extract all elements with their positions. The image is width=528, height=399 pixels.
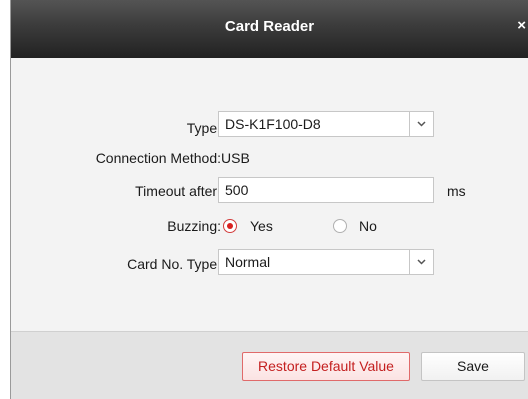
chevron-down-icon[interactable] [409, 112, 433, 136]
buzzing-yes-label[interactable]: Yes [250, 218, 273, 234]
buzzing-yes-radio[interactable] [223, 219, 237, 233]
chevron-down-icon[interactable] [409, 250, 433, 274]
dialog-title: Card Reader [224, 18, 315, 35]
card-no-type-label: Card No. Type: [127, 256, 221, 272]
card-reader-dialog: Card Reader × Type: DS-K1F100-D8 Connect… [10, 0, 528, 399]
type-select-value: DS-K1F100-D8 [225, 116, 321, 132]
buzzing-no-radio[interactable] [333, 219, 347, 233]
save-button[interactable]: Save [421, 352, 525, 381]
timeout-label: Timeout after: [135, 183, 221, 199]
card-no-type-select-value: Normal [225, 254, 271, 270]
dialog-titlebar: Card Reader × [11, 0, 528, 58]
timeout-unit: ms [447, 183, 466, 199]
type-select[interactable]: DS-K1F100-D8 [218, 111, 434, 137]
card-no-type-select[interactable]: Normal [218, 249, 434, 275]
buzzing-label: Buzzing: [167, 218, 221, 234]
connection-method-value: USB [221, 150, 250, 166]
restore-default-button[interactable]: Restore Default Value [242, 352, 410, 381]
close-icon[interactable]: × [517, 17, 526, 34]
buzzing-no-label[interactable]: No [359, 218, 377, 234]
timeout-input[interactable] [218, 177, 434, 203]
type-label: Type: [186, 120, 221, 136]
connection-method-label: Connection Method: [95, 150, 221, 166]
